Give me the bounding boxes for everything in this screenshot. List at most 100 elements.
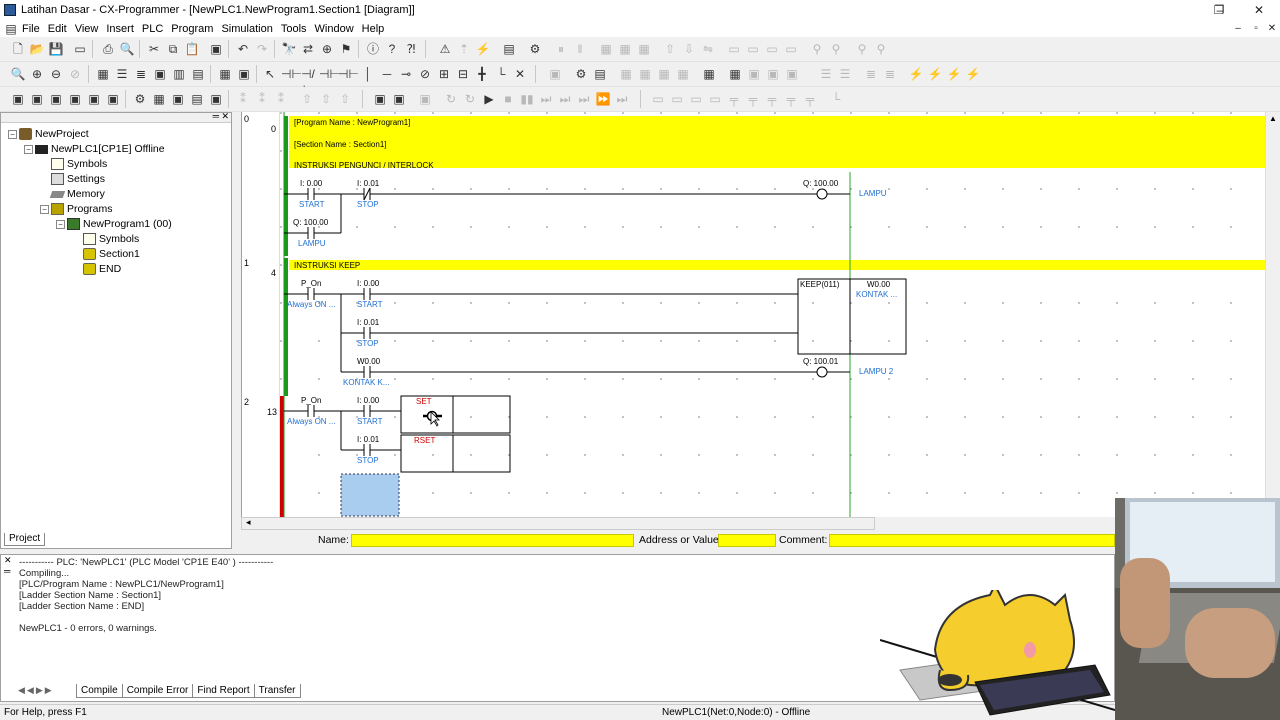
save-icon[interactable]: 💾 bbox=[48, 41, 64, 57]
force-on-icon[interactable]: ⚲ bbox=[809, 41, 825, 57]
child-minimize-button[interactable]: – bbox=[1230, 20, 1246, 37]
sim-restart-icon[interactable]: ↻ bbox=[462, 91, 478, 107]
st-view-icon[interactable]: ▣ bbox=[86, 91, 102, 107]
sim-fast-icon[interactable]: ⏩ bbox=[595, 91, 611, 107]
comments-icon[interactable]: ☰ bbox=[114, 66, 130, 82]
contact-no-icon[interactable]: ⊣⊢ bbox=[281, 66, 302, 82]
print-icon[interactable]: ⎙ bbox=[100, 41, 116, 57]
pin-icon[interactable]: ═ bbox=[213, 111, 219, 121]
menu-help[interactable]: Help bbox=[358, 23, 389, 35]
vertical-scrollbar[interactable]: ▲ bbox=[1265, 112, 1280, 517]
force-off-icon[interactable]: ⚲ bbox=[828, 41, 844, 57]
tab-compile-error[interactable]: Compile Error bbox=[121, 684, 194, 698]
tree-item-project[interactable]: NewProject bbox=[19, 127, 89, 141]
mnemonic-icon[interactable]: ▣ bbox=[29, 91, 45, 107]
tree-item-newprogram1[interactable]: NewProgram1 (00) bbox=[67, 217, 172, 231]
force-set-icon[interactable]: ⇧ bbox=[299, 91, 315, 107]
copy-icon[interactable]: ⧉ bbox=[165, 41, 181, 57]
tree-item-settings[interactable]: Settings bbox=[51, 172, 105, 186]
doc-icon[interactable]: ▤ bbox=[4, 21, 18, 37]
online-edit-icon[interactable]: ▭ bbox=[726, 41, 742, 57]
menu-window[interactable]: Window bbox=[311, 23, 358, 35]
online-edit-end-icon[interactable]: ▭ bbox=[783, 41, 799, 57]
list-icon[interactable]: ≣ bbox=[133, 66, 149, 82]
data-trace-icon[interactable]: ▦ bbox=[637, 66, 653, 82]
compile-icon[interactable]: ⚙ bbox=[527, 41, 543, 57]
monitor-mode-icon[interactable]: ▦ bbox=[617, 41, 633, 57]
output-close-icon[interactable]: ✕ bbox=[4, 555, 12, 566]
hex-icon[interactable]: ⁑ bbox=[273, 91, 289, 107]
tree-item-memory[interactable]: Memory bbox=[49, 187, 105, 201]
menu-program[interactable]: Program bbox=[167, 23, 217, 35]
zoom-icon[interactable]: 🔍 bbox=[10, 66, 26, 82]
sim-loop-icon[interactable]: ↻ bbox=[443, 91, 459, 107]
sim-reset-icon[interactable]: ▣ bbox=[417, 91, 433, 107]
io-table-icon[interactable]: ▦ bbox=[618, 66, 634, 82]
sim-monitor-icon[interactable]: ▤ bbox=[592, 66, 608, 82]
sfc-view-icon[interactable]: ▣ bbox=[105, 91, 121, 107]
contact-ornc-icon[interactable]: ⊣⊢ bbox=[338, 66, 359, 82]
cross-reference-icon[interactable]: ⊕ bbox=[319, 41, 335, 57]
redo-icon[interactable]: ↷ bbox=[254, 41, 270, 57]
tree-item-end[interactable]: END bbox=[83, 262, 121, 276]
section-icon[interactable]: ▣ bbox=[10, 91, 26, 107]
list-view-icon[interactable]: ≣ bbox=[863, 66, 879, 82]
run-sim-icon[interactable]: ▣ bbox=[547, 66, 563, 82]
menu-insert[interactable]: Insert bbox=[102, 23, 138, 35]
monitor-icon[interactable]: ▤ bbox=[501, 41, 517, 57]
sim-stop2-icon[interactable]: ■ bbox=[500, 91, 516, 107]
tab-find-report[interactable]: Find Report bbox=[192, 684, 255, 698]
close-button[interactable]: ✕ bbox=[1239, 0, 1279, 20]
sim-start-icon[interactable]: ⚡ bbox=[908, 66, 924, 82]
rung-icon[interactable]: ▥ bbox=[171, 66, 187, 82]
memory-card-icon[interactable]: ▣ bbox=[170, 91, 186, 107]
cycle-time-icon[interactable]: ▣ bbox=[208, 91, 224, 107]
bit-16-icon[interactable]: ⁑ bbox=[254, 91, 270, 107]
collapse-icon[interactable]: − bbox=[8, 130, 17, 139]
sim-step-icon[interactable]: ⚡ bbox=[946, 66, 962, 82]
sim-icon[interactable]: ⚙ bbox=[573, 66, 589, 82]
vertical-line-icon[interactable]: │ bbox=[360, 66, 376, 82]
set-value-icon[interactable]: ⚲ bbox=[854, 41, 870, 57]
paste-icon[interactable]: 📋 bbox=[184, 41, 200, 57]
breakpoint-icon[interactable]: ▣ bbox=[746, 66, 762, 82]
watch-window-icon[interactable]: ▦ bbox=[727, 66, 743, 82]
sim-step-over-icon[interactable]: ⏭ bbox=[576, 91, 592, 107]
sim-pause-icon[interactable]: ⚡ bbox=[927, 66, 943, 82]
contact-or-icon[interactable]: ⊣⊢ bbox=[319, 66, 340, 82]
download-icon[interactable]: ⇩ bbox=[681, 41, 697, 57]
line-connect-icon[interactable]: ╋ bbox=[474, 66, 490, 82]
zoom-in-icon[interactable]: ⊕ bbox=[29, 66, 45, 82]
menu-view[interactable]: View bbox=[71, 23, 103, 35]
pt-icon[interactable]: ⊟ bbox=[455, 66, 471, 82]
open-folder-icon[interactable]: 📂 bbox=[29, 41, 45, 57]
child-restore-button[interactable]: ▫ bbox=[1248, 20, 1264, 37]
horizontal-scrollbar[interactable]: ◂ bbox=[241, 517, 875, 530]
selection-cursor[interactable] bbox=[340, 473, 400, 517]
online-edit-send-icon[interactable]: ▭ bbox=[745, 41, 761, 57]
program-mode-icon[interactable]: ▦ bbox=[598, 41, 614, 57]
about-icon[interactable]: ⓘ bbox=[365, 41, 381, 57]
sim-settings-icon[interactable]: ▣ bbox=[391, 91, 407, 107]
delete-line-icon[interactable]: ✕ bbox=[512, 66, 528, 82]
ladder-canvas[interactable] bbox=[280, 112, 1280, 517]
maximize-button[interactable]: ❐ bbox=[1199, 0, 1239, 20]
sim-run-icon[interactable]: ▶ bbox=[481, 91, 497, 107]
func-block-icon[interactable]: ▭ bbox=[650, 91, 666, 107]
change-value-icon[interactable]: ⚲ bbox=[873, 41, 889, 57]
func-block3-icon[interactable]: ▭ bbox=[688, 91, 704, 107]
menu-simulation[interactable]: Simulation bbox=[217, 23, 276, 35]
transfer-icon[interactable]: ⇡ bbox=[456, 41, 472, 57]
table-icon[interactable]: ▤ bbox=[190, 66, 206, 82]
instruction-icon[interactable]: ⊞ bbox=[436, 66, 452, 82]
tree-item-symbols[interactable]: Symbols bbox=[51, 157, 107, 171]
sim-stop-icon[interactable]: ⚡ bbox=[965, 66, 981, 82]
sim-step-in-icon[interactable]: ⏭ bbox=[538, 91, 554, 107]
menu-edit[interactable]: Edit bbox=[44, 23, 71, 35]
force-reset-icon[interactable]: ⇧ bbox=[318, 91, 334, 107]
contact-nc-icon[interactable]: ⊣/⊢ bbox=[300, 66, 316, 97]
ladder-diagram[interactable]: 0 0 1 4 2 13 [Program Name: NewProgram1… bbox=[241, 112, 1280, 517]
tree-item-program-symbols[interactable]: Symbols bbox=[83, 232, 139, 246]
tree-view-icon[interactable]: ≣ bbox=[882, 66, 898, 82]
func-block4-icon[interactable]: ▭ bbox=[707, 91, 723, 107]
